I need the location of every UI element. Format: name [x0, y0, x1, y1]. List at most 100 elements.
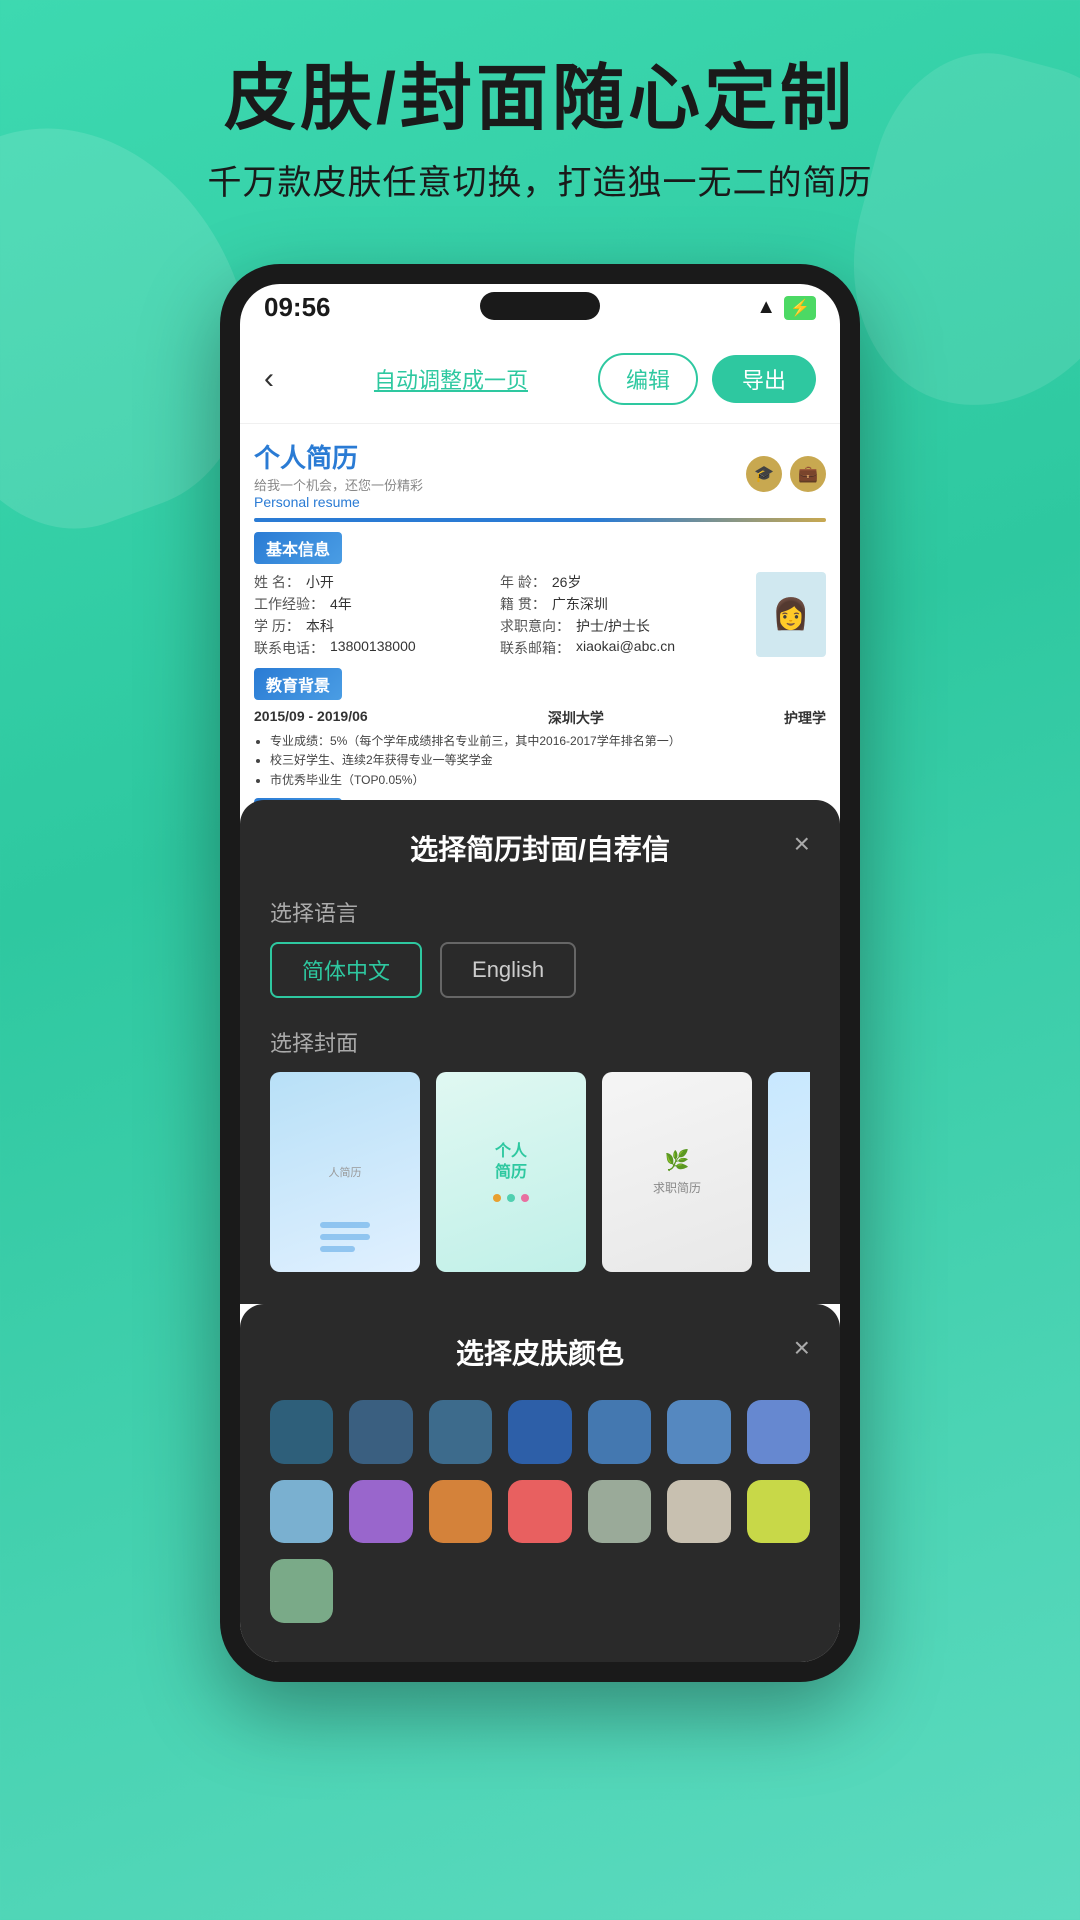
cover-sheet: 选择简历封面/自荐信 × 选择语言 简体中文 English 选择封面 人简历: [240, 800, 840, 1304]
lang-cn-button[interactable]: 简体中文: [270, 942, 422, 998]
color-swatch[interactable]: [508, 1480, 571, 1543]
job-row: 求职意向： 护士/护士长: [500, 616, 736, 636]
wifi-icon: ▲: [756, 296, 776, 319]
edit-button[interactable]: 编辑: [598, 353, 698, 405]
phone-row: 联系电话： 13800138000: [254, 638, 490, 658]
sub-title: 千万款皮肤任意切换，打造独一无二的简历: [0, 155, 1080, 204]
basic-info-section: 基本信息 姓 名： 小开 年 龄： 26岁: [254, 532, 826, 668]
color-swatch[interactable]: [588, 1480, 651, 1543]
resume-title-block: 个人简历 给我一个机会，还您一份精彩 Personal resume: [254, 438, 423, 510]
resume-photo: 👩: [756, 572, 826, 657]
edu-school: 深圳大学: [548, 708, 604, 728]
export-button[interactable]: 导出: [712, 355, 816, 403]
cover-label: 选择封面: [270, 1026, 810, 1058]
resume-icon-briefcase: 🎓: [746, 456, 782, 492]
name-value: 小开: [306, 572, 334, 592]
color-grid-row1: [270, 1400, 810, 1463]
skin-sheet-title: 选择皮肤颜色: [270, 1332, 810, 1372]
resume-divider: [254, 518, 826, 522]
phone-time: 09:56: [264, 292, 331, 323]
hometown-label: 籍 贯：: [500, 594, 546, 614]
basic-info-body: 姓 名： 小开 年 龄： 26岁 工作经验： 4年: [254, 572, 826, 668]
phone-value: 13800138000: [330, 638, 416, 658]
edu-section: 教育背景 2015/09 - 2019/06 深圳大学 护理学 专业成绩：5%（…: [254, 668, 826, 804]
battery-icon: ⚡: [784, 296, 816, 320]
color-swatch[interactable]: [667, 1400, 730, 1463]
color-swatch[interactable]: [588, 1400, 651, 1463]
phone-label: 联系电话：: [254, 638, 324, 658]
lang-en-button[interactable]: English: [440, 942, 576, 998]
skin-sheet-close[interactable]: ×: [794, 1332, 810, 1364]
hometown-value: 广东深圳: [552, 594, 608, 614]
lang-buttons: 简体中文 English: [270, 942, 810, 998]
phone-wrapper: 09:56 ▲ ⚡ ‹ 自动调整成一页 编辑 导出 个人简历: [0, 264, 1080, 1682]
resume-icon-graduation: 💼: [790, 456, 826, 492]
hometown-row: 籍 贯： 广东深圳: [500, 594, 736, 614]
email-row: 联系邮箱： xiaokai@abc.cn: [500, 638, 736, 658]
cover-thumb-4[interactable]: 个人简历: [768, 1072, 810, 1272]
basic-info-grid: 姓 名： 小开 年 龄： 26岁 工作经验： 4年: [254, 572, 736, 658]
name-label: 姓 名：: [254, 572, 300, 592]
resume-content: 个人简历 给我一个机会，还您一份精彩 Personal resume 🎓 💼 基…: [240, 424, 840, 804]
age-label: 年 龄：: [500, 572, 546, 592]
color-swatch[interactable]: [270, 1400, 333, 1463]
job-value: 护士/护士长: [576, 616, 650, 636]
cover-sheet-title: 选择简历封面/自荐信: [270, 828, 810, 868]
color-swatch[interactable]: [349, 1400, 412, 1463]
email-value: xiaokai@abc.cn: [576, 638, 675, 658]
edu-detail-2: 校三好学生、连续2年获得专业一等奖学金: [270, 751, 826, 770]
phone-notch: [480, 292, 600, 320]
main-title: 皮肤/封面随心定制: [0, 60, 1080, 139]
job-label: 求职意向：: [500, 616, 570, 636]
edu-detail-1: 专业成绩：5%（每个学年成绩排名专业前三，其中2016-2017学年排名第一）: [270, 732, 826, 751]
edu-header-row: 2015/09 - 2019/06 深圳大学 护理学: [254, 708, 826, 728]
color-swatch[interactable]: [349, 1480, 412, 1543]
resume-title-sub: 给我一个机会，还您一份精彩: [254, 475, 423, 494]
edu-row: 学 历： 本科: [254, 616, 490, 636]
phone-frame: 09:56 ▲ ⚡ ‹ 自动调整成一页 编辑 导出 个人简历: [220, 264, 860, 1682]
cover-sheet-close[interactable]: ×: [794, 828, 810, 860]
basic-info-title: 基本信息: [254, 532, 342, 564]
lang-label: 选择语言: [270, 896, 810, 928]
resume-header-row: 个人简历 给我一个机会，还您一份精彩 Personal resume 🎓 💼: [254, 438, 826, 510]
auto-adjust-link[interactable]: 自动调整成一页: [374, 363, 528, 395]
color-swatch[interactable]: [270, 1480, 333, 1543]
edu-detail-3: 市优秀毕业生（TOP0.05%）: [270, 771, 826, 790]
skin-sheet: 选择皮肤颜色 ×: [240, 1304, 840, 1662]
cover-thumb-3[interactable]: 🌿 求职简历: [602, 1072, 752, 1272]
exp-label: 工作经验：: [254, 594, 324, 614]
color-swatch[interactable]: [508, 1400, 571, 1463]
cover-thumb-2[interactable]: 个人简历: [436, 1072, 586, 1272]
edu-major: 护理学: [784, 708, 826, 728]
color-swatch[interactable]: [747, 1400, 810, 1463]
resume-header-icons: 🎓 💼: [746, 456, 826, 492]
phone-screen: ‹ 自动调整成一页 编辑 导出 个人简历 给我一个机会，还您一份精彩 Perso…: [240, 335, 840, 1662]
basic-info-left: 姓 名： 小开 年 龄： 26岁 工作经验： 4年: [254, 572, 736, 668]
exp-row: 工作经验： 4年: [254, 594, 490, 614]
back-button[interactable]: ‹: [264, 362, 304, 396]
color-swatch[interactable]: [429, 1480, 492, 1543]
age-value: 26岁: [552, 572, 582, 592]
resume-title-cn: 个人简历: [254, 438, 423, 475]
header-right: 编辑 导出: [598, 353, 816, 405]
edu-label: 学 历：: [254, 616, 300, 636]
color-swatch[interactable]: [747, 1480, 810, 1543]
color-swatch[interactable]: [667, 1480, 730, 1543]
edu-period: 2015/09 - 2019/06: [254, 708, 368, 728]
edu-section-title: 教育背景: [254, 668, 342, 700]
exp-value: 4年: [330, 594, 352, 614]
name-row: 姓 名： 小开: [254, 572, 490, 592]
email-label: 联系邮箱：: [500, 638, 570, 658]
color-grid-row2: [270, 1480, 810, 1623]
edu-details: 专业成绩：5%（每个学年成绩排名专业前三，其中2016-2017学年排名第一） …: [254, 732, 826, 790]
color-swatch[interactable]: [270, 1559, 333, 1622]
edu-value: 本科: [306, 616, 334, 636]
cover-thumbnails: 人简历 个人简历: [270, 1072, 810, 1280]
status-icons: ▲ ⚡: [756, 296, 816, 320]
app-header: ‹ 自动调整成一页 编辑 导出: [240, 335, 840, 424]
cover-thumb-1[interactable]: 人简历: [270, 1072, 420, 1272]
top-section: 皮肤/封面随心定制 千万款皮肤任意切换，打造独一无二的简历: [0, 0, 1080, 234]
resume-title-en: Personal resume: [254, 494, 423, 510]
color-swatch[interactable]: [429, 1400, 492, 1463]
age-row: 年 龄： 26岁: [500, 572, 736, 592]
